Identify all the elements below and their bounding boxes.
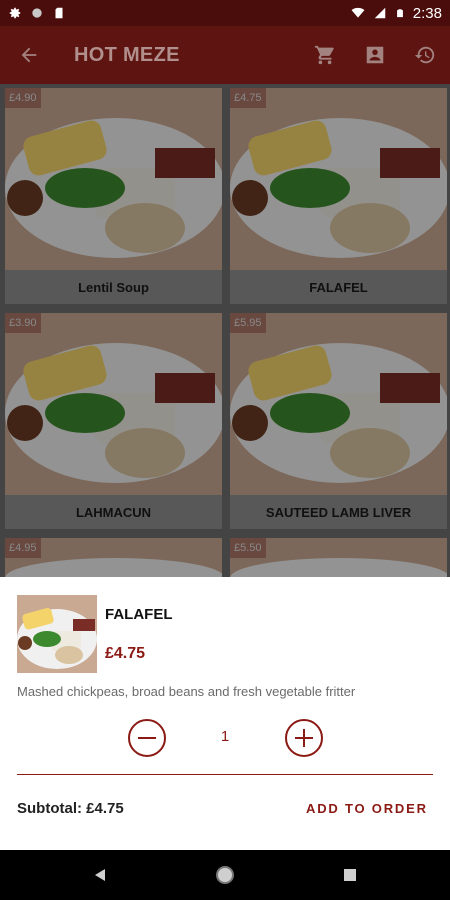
system-nav-bar <box>0 850 450 900</box>
nav-home-button[interactable] <box>200 850 250 900</box>
quantity-value: 1 <box>220 728 230 745</box>
cart-button[interactable] <box>300 26 350 84</box>
minus-circle-icon <box>128 719 166 757</box>
wifi-icon <box>351 7 365 18</box>
settings-icon <box>9 7 21 19</box>
sim-card-icon <box>55 7 63 19</box>
account-button[interactable] <box>350 26 400 84</box>
nav-back-button[interactable] <box>75 850 125 900</box>
menu-grid: £4.90 Lentil Soup £4.75 FALAFEL £3.90 LA… <box>0 84 450 577</box>
account-box-icon <box>366 46 384 64</box>
back-triangle-icon <box>95 869 105 881</box>
record-icon <box>32 8 42 18</box>
subtotal: Subtotal: £4.75 <box>17 800 124 817</box>
history-icon <box>414 46 435 64</box>
nav-recents-button[interactable] <box>325 850 375 900</box>
recents-square-icon <box>344 869 356 881</box>
plus-circle-icon <box>285 719 323 757</box>
back-arrow-icon <box>21 47 37 63</box>
item-price: £4.75 <box>105 645 146 662</box>
increase-quantity-button[interactable] <box>284 718 324 758</box>
divider <box>17 774 433 775</box>
app-bar: HOT MEZE <box>0 26 450 84</box>
home-circle-icon <box>216 866 234 884</box>
item-description: Mashed chickpeas, broad beans and fresh … <box>17 684 356 699</box>
signal-icon <box>374 7 386 19</box>
cart-icon <box>314 45 334 65</box>
item-name: FALAFEL <box>105 606 173 623</box>
back-button[interactable] <box>0 26 58 84</box>
item-thumbnail <box>17 595 97 673</box>
decrease-quantity-button[interactable] <box>127 718 167 758</box>
history-button[interactable] <box>400 26 450 84</box>
add-to-order-button[interactable]: ADD TO ORDER <box>306 801 428 816</box>
status-bar: 2:38 <box>0 0 450 26</box>
quantity-stepper: 1 <box>0 718 450 758</box>
status-time: 2:38 <box>412 4 442 22</box>
dim-overlay[interactable] <box>0 84 450 577</box>
page-title: HOT MEZE <box>74 43 180 66</box>
battery-icon <box>396 9 403 18</box>
